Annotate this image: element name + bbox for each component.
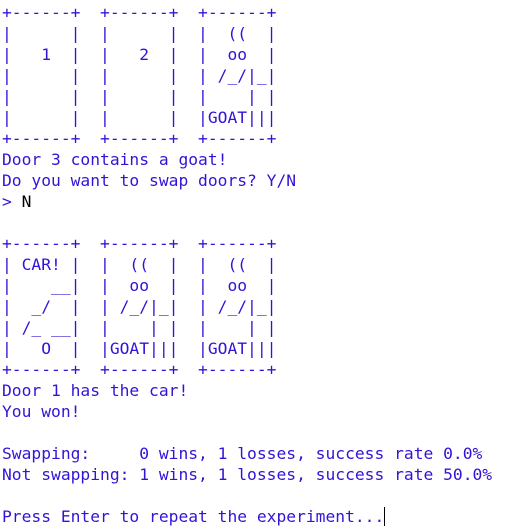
- continue-prompt: Press Enter to repeat the experiment...: [2, 507, 385, 526]
- ascii-line: | | | | | | |: [2, 87, 277, 106]
- swap-prompt: Do you want to swap doors? Y/N: [2, 171, 297, 190]
- ascii-line: | _/ | | /_/|_| | /_/|_|: [2, 297, 277, 316]
- ascii-line: | O | |GOAT||| |GOAT|||: [2, 339, 277, 358]
- ascii-line: | | | | |GOAT|||: [2, 108, 277, 127]
- car-message: Door 1 has the car!: [2, 381, 189, 400]
- ascii-line: +------+ +------+ +------+: [2, 3, 277, 22]
- ascii-line: +------+ +------+ +------+: [2, 234, 277, 253]
- stats-swapping: Swapping: 0 wins, 1 losses, success rate…: [2, 444, 483, 463]
- text-cursor: [384, 507, 386, 526]
- round1-doors-art: +------+ +------+ +------+ | | | | | (( …: [2, 2, 510, 149]
- ascii-line: | /_ __| | | | | | |: [2, 318, 277, 337]
- ascii-line: | | | | | (( |: [2, 24, 277, 43]
- continue-line: Press Enter to repeat the experiment...: [2, 506, 510, 527]
- ascii-line: | __| | oo | | oo |: [2, 276, 277, 295]
- ascii-line: | 1 | | 2 | | oo |: [2, 45, 277, 64]
- input-line: > N: [2, 191, 510, 212]
- terminal-output[interactable]: +------+ +------+ +------+ | | | | | (( …: [0, 0, 510, 527]
- user-input: N: [21, 192, 32, 211]
- reveal-message: Door 3 contains a goat!: [2, 150, 228, 169]
- ascii-line: +------+ +------+ +------+: [2, 129, 277, 148]
- stats-not-swapping: Not swapping: 1 wins, 1 losses, success …: [2, 465, 493, 484]
- ascii-line: +------+ +------+ +------+: [2, 360, 277, 379]
- ascii-line: | | | | | /_/|_|: [2, 66, 277, 85]
- prompt-symbol: >: [2, 192, 22, 211]
- round2-doors-art: +------+ +------+ +------+ | CAR! | | ((…: [2, 233, 510, 380]
- ascii-line: | CAR! | | (( | | (( |: [2, 255, 277, 274]
- result-message: You won!: [2, 402, 81, 421]
